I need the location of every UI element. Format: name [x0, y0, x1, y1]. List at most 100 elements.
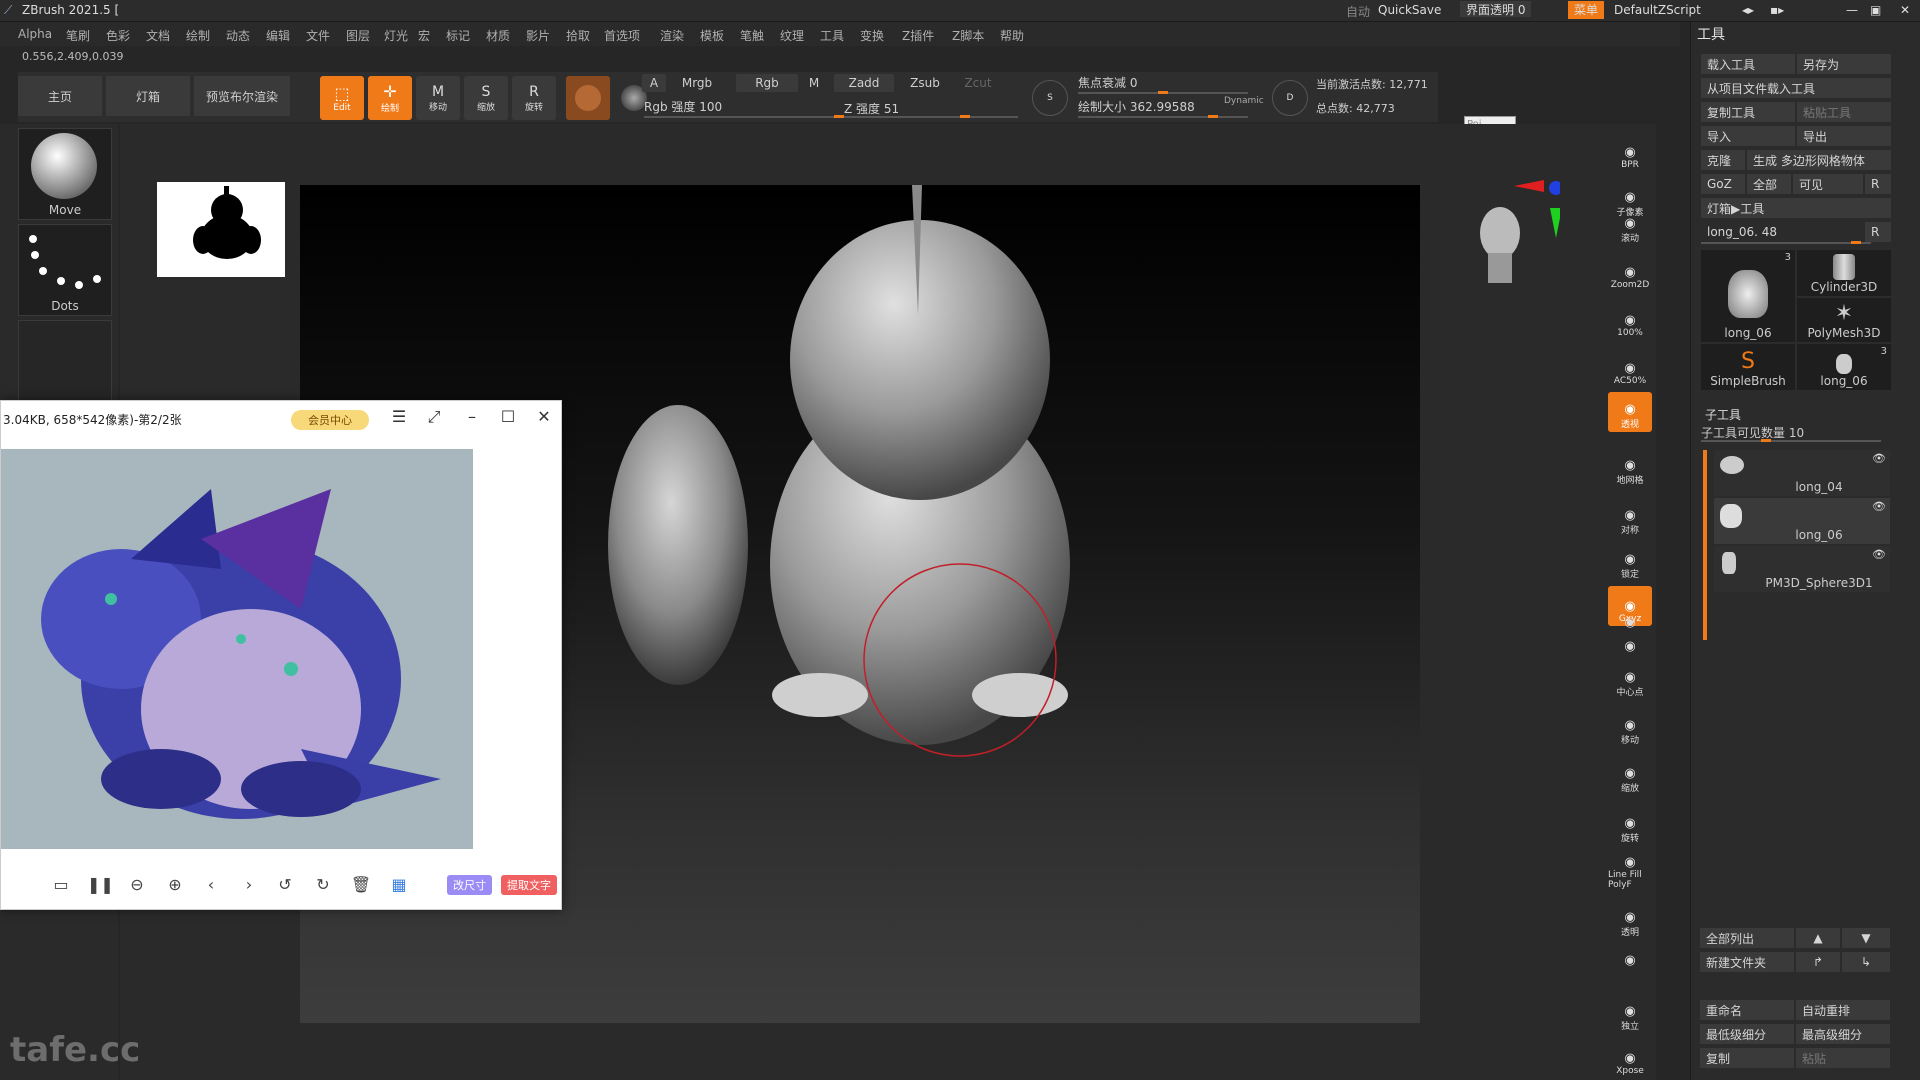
draw-size-track[interactable] — [1078, 116, 1248, 118]
right-strip-button[interactable]: ◉ 100% — [1608, 300, 1652, 340]
right-strip-button[interactable]: ◉ 滚动 — [1608, 206, 1652, 246]
alpha-selector[interactable] — [18, 320, 112, 412]
zoom-in-icon[interactable]: ⊕ — [163, 875, 187, 894]
menu-item[interactable]: 编辑 — [266, 27, 290, 44]
tool-thumb-cylinder3d[interactable]: Cylinder3D — [1797, 250, 1891, 296]
rotate-left-icon[interactable]: ↺ — [273, 875, 297, 894]
auto-reorder-button[interactable]: 自动重排 — [1796, 1000, 1890, 1020]
visible-button[interactable]: 可见 — [1793, 174, 1863, 194]
menu-button[interactable]: 菜单 — [1568, 1, 1605, 19]
menu-item[interactable]: 模板 — [700, 27, 724, 44]
rename-button[interactable]: 重命名 — [1700, 1000, 1794, 1020]
restore-icon[interactable]: ▣ — [1870, 3, 1881, 17]
close-icon[interactable]: ✕ — [531, 407, 557, 426]
menu-item[interactable]: 拾取 — [566, 27, 590, 44]
quicksave-button[interactable]: QuickSave — [1378, 3, 1441, 17]
menu-item[interactable]: Z脚本 — [952, 27, 984, 44]
focal-shift-handle[interactable] — [1158, 91, 1168, 94]
arrow-down-icon[interactable]: ▼ — [1842, 928, 1890, 948]
grid-icon[interactable]: ▦ — [387, 875, 411, 894]
menu-item[interactable]: 色彩 — [106, 27, 130, 44]
paste-button[interactable]: 粘贴 — [1796, 1048, 1890, 1068]
right-strip-button[interactable]: ◉ — [1608, 636, 1652, 656]
list-all-button[interactable]: 全部列出 — [1700, 928, 1794, 948]
eye-icon[interactable]: 👁 — [1872, 548, 1886, 561]
menu-item[interactable]: 动态 — [226, 27, 250, 44]
menu-item[interactable]: 变换 — [860, 27, 884, 44]
right-strip-button[interactable]: ◉ BPR — [1608, 132, 1652, 172]
monitor-icon[interactable]: ▭ — [49, 875, 73, 894]
menu-item[interactable]: 灯光 — [384, 27, 408, 44]
make-polymesh-button[interactable]: 生成 多边形网格物体 — [1747, 150, 1891, 170]
reference-image[interactable] — [1, 449, 473, 849]
zcut-toggle[interactable]: Zcut — [958, 74, 998, 92]
mrgb-toggle[interactable]: Mrgb — [672, 74, 722, 92]
focal-shift-slider[interactable]: 焦点衰减 0 — [1078, 74, 1137, 91]
orientation-gizmo[interactable] — [1470, 178, 1563, 308]
menu-item[interactable]: 标记 — [446, 27, 470, 44]
alpha-thumbnail[interactable] — [157, 182, 285, 277]
menu-item[interactable]: 帮助 — [1000, 27, 1024, 44]
new-folder-button[interactable]: 新建文件夹 — [1700, 952, 1794, 972]
rgb-intensity-handle[interactable] — [834, 115, 844, 118]
move-in-icon[interactable]: ↱ — [1796, 952, 1840, 972]
right-strip-button[interactable]: ◉ 锁定 — [1608, 542, 1652, 582]
menu-item[interactable]: 宏 — [418, 27, 430, 44]
menu-item[interactable]: 文件 — [306, 27, 330, 44]
tool-thumb-long06[interactable]: long_06 3 — [1701, 250, 1795, 342]
rgb-intensity-track[interactable] — [644, 116, 844, 118]
subtool-count-track[interactable] — [1701, 440, 1881, 442]
tool-thumb-polymesh3d[interactable]: ✶ PolyMesh3D — [1797, 298, 1891, 342]
lightbox-button[interactable]: 灯箱 — [106, 76, 190, 116]
load-from-project-button[interactable]: 从项目文件载入工具 — [1701, 78, 1891, 98]
right-strip-button[interactable]: ◉ 地网格 — [1608, 448, 1652, 488]
z-intensity-slider[interactable]: Z 强度 51 — [844, 100, 899, 117]
right-strip-button[interactable]: ◉ 中心点 — [1608, 660, 1652, 700]
draw-size-handle[interactable] — [1208, 115, 1218, 118]
r-button-2[interactable]: R — [1865, 222, 1891, 242]
copy-tool-button[interactable]: 复制工具 — [1701, 102, 1795, 122]
zoom-out-icon[interactable]: ⊖ — [125, 875, 149, 894]
next-icon[interactable]: › — [237, 875, 261, 894]
subtool-visible-count[interactable]: 子工具可见数量 10 — [1701, 424, 1804, 441]
subtool-row-long06[interactable]: 👁 long_06 — [1714, 498, 1890, 544]
menu-item[interactable]: 笔触 — [740, 27, 764, 44]
right-strip-button[interactable]: ◉ 缩放 — [1608, 756, 1652, 796]
all-button[interactable]: 全部 — [1747, 174, 1791, 194]
menu-item[interactable]: Alpha — [18, 27, 52, 41]
menu-item[interactable]: 纹理 — [780, 27, 804, 44]
arrow-up-icon[interactable]: ▲ — [1796, 928, 1840, 948]
current-tool-slider[interactable]: long_06. 48 — [1701, 222, 1863, 242]
m-toggle[interactable]: M — [802, 74, 826, 92]
z-intensity-handle[interactable] — [960, 115, 970, 118]
home-button[interactable]: 主页 — [18, 76, 102, 116]
zadd-toggle[interactable]: Zadd — [834, 74, 894, 92]
menu-icon[interactable]: ☰ — [386, 407, 412, 426]
load-tool-button[interactable]: 载入工具 — [1701, 54, 1795, 74]
subtool-count-handle[interactable] — [1761, 439, 1771, 442]
prev-icon[interactable]: ‹ — [199, 875, 223, 894]
eye-icon[interactable]: 👁 — [1872, 452, 1886, 465]
tool-thumb-long06-2[interactable]: long_06 3 — [1797, 344, 1891, 390]
right-strip-button[interactable]: ◉ Zoom2D — [1608, 252, 1652, 292]
minimize-icon[interactable]: — — [1846, 3, 1858, 17]
subtool-scrollbar[interactable] — [1703, 450, 1707, 640]
menu-item[interactable]: 绘制 — [186, 27, 210, 44]
lazy-mouse-s-button[interactable]: S — [1032, 80, 1068, 116]
eye-icon[interactable]: 👁 — [1872, 500, 1886, 513]
right-strip-button[interactable]: ◉ 独立 — [1608, 994, 1652, 1034]
rgb-toggle[interactable]: Rgb — [736, 74, 798, 92]
subtool-header[interactable]: 子工具 — [1705, 406, 1741, 423]
rotate-right-icon[interactable]: ↻ — [311, 875, 335, 894]
draw-size-slider[interactable]: 绘制大小 362.99588 — [1078, 98, 1195, 115]
menu-item[interactable]: 渲染 — [660, 27, 684, 44]
save-as-button[interactable]: 另存为 — [1797, 54, 1891, 74]
export-button[interactable]: 导出 — [1797, 126, 1891, 146]
rotate-button[interactable]: R 旋转 — [512, 76, 556, 120]
draw-button[interactable]: ✛ 绘制 — [368, 76, 412, 120]
tool-slider-handle[interactable] — [1851, 241, 1861, 244]
delete-icon[interactable]: 🗑 — [349, 875, 373, 894]
extract-text-button[interactable]: 提取文字 — [501, 875, 557, 895]
right-strip-button[interactable]: ◉ 透视 — [1608, 392, 1652, 432]
fullscreen-icon[interactable]: ⤢ — [421, 407, 447, 427]
